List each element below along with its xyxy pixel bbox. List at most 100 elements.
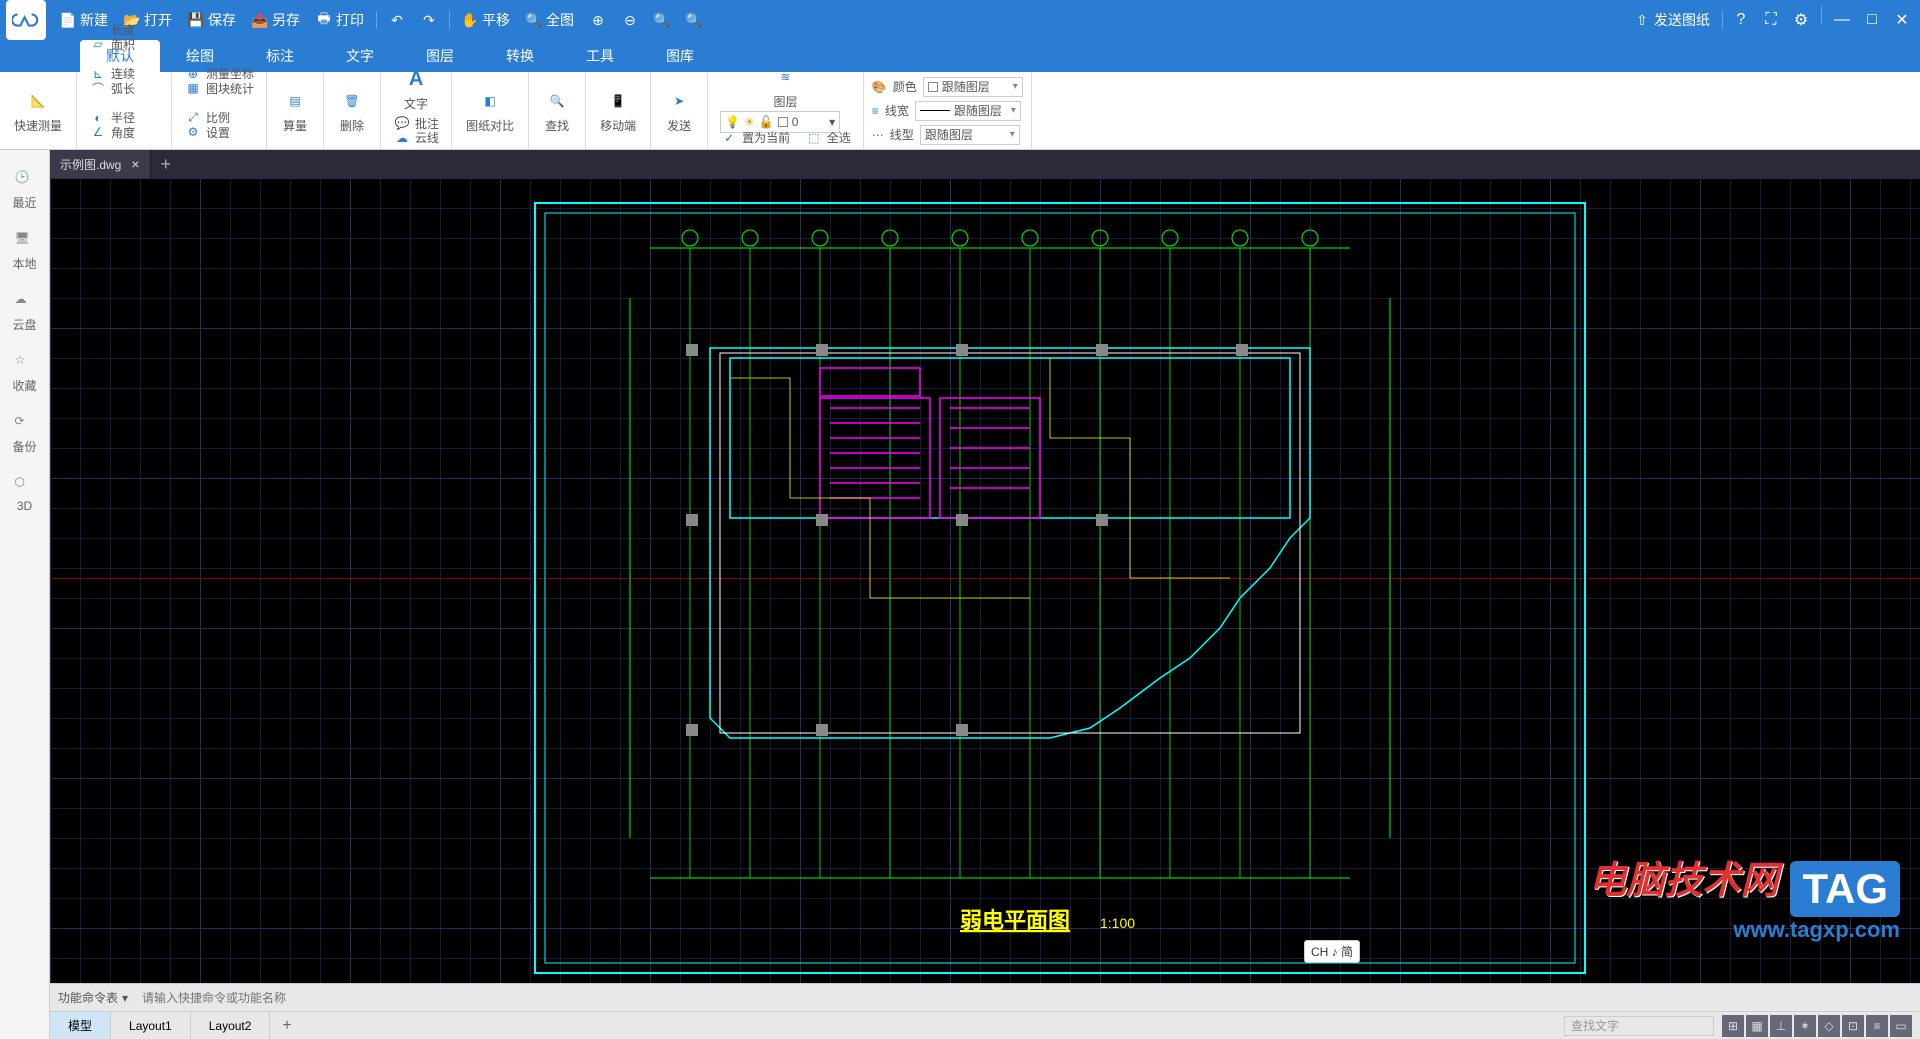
delete-button[interactable]: 🗑删除 [332,76,372,145]
left-sidebar: 🕒最近 🖥本地 ☁云盘 ☆收藏 ⟳备份 ⬡3D [0,150,50,1039]
cloud-icon: ☁ [393,129,411,147]
snap-toggle[interactable]: ⊞ [1722,1015,1744,1037]
polar-toggle[interactable]: ✶ [1794,1015,1816,1037]
compare-button[interactable]: ◧图纸对比 [460,76,520,145]
trash-icon: 🗑 [338,87,366,115]
pan-button[interactable]: ✋平移 [454,0,518,40]
layer-button[interactable]: ≋图层 [716,59,855,114]
tab-text[interactable]: 文字 [320,40,400,72]
lweight-select[interactable]: 跟随图层 [915,101,1021,121]
ribbon: 📐快速测量 ⟷长度 ▱面积 ⊾连续 ⌒弧长 ◐半径 ∠角度 ⇔水平测距 ⇕垂直测… [0,72,1920,150]
sidebar-cloud[interactable]: ☁云盘 [12,292,36,333]
settings-button[interactable]: ⚙ [1787,6,1815,34]
sidebar-3d[interactable]: ⬡3D [15,475,35,513]
layers-icon: ≋ [771,63,799,91]
blockstat-icon: ▦ [184,79,202,97]
angle-button[interactable]: ∠角度 [85,125,163,140]
close-tab-icon[interactable]: × [131,156,139,172]
send-button[interactable]: ➤发送 [659,76,699,145]
ltype-label: 线型 [890,126,914,143]
search-icon: 🔍 [543,87,571,115]
color-select[interactable]: 跟随图层 [923,77,1023,97]
quick-measure-button[interactable]: 📐快速测量 [8,76,68,145]
zoom-out-button[interactable]: ⊖ [614,0,646,40]
angle-icon: ∠ [89,123,107,141]
ltype-select[interactable]: 跟随图层 [920,125,1020,145]
osnap-toggle[interactable]: ◇ [1818,1015,1840,1037]
command-input[interactable] [136,984,636,1011]
tab-convert[interactable]: 转换 [480,40,560,72]
zoom-window-button[interactable]: 🔍 [646,0,678,40]
color-label: 颜色 [893,78,917,95]
tab-tools[interactable]: 工具 [560,40,640,72]
tab-library[interactable]: 图库 [640,40,720,72]
layer-select[interactable]: 💡☀🔓0▾ [716,114,855,130]
layout-model[interactable]: 模型 [50,1012,111,1039]
phone-icon: 📱 [604,87,632,115]
close-button[interactable]: ✕ [1888,6,1916,34]
current-icon: ✓ [720,129,738,147]
saveas-button[interactable]: 📤另存 [244,0,308,40]
blockstat-button[interactable]: ▦图块统计 [180,81,258,96]
print-button[interactable]: 🖶打印 [308,0,372,40]
cloud-button[interactable]: ☁云线 [389,131,443,146]
status-toggles: ⊞ ▦ ⊥ ✶ ◇ ⊡ ≡ ▭ [1722,1015,1912,1037]
clock-icon: 🕒 [14,170,34,190]
mobile-button[interactable]: 📱移动端 [594,76,642,145]
send-icon: ➤ [665,87,693,115]
document-tabs: 示例图.dwg× + [50,150,1920,178]
calc-button[interactable]: ▤算量 [275,76,315,145]
layout-1[interactable]: Layout1 [111,1012,191,1039]
text-button[interactable]: A文字 [389,61,443,116]
share-icon: ⇧ [1634,12,1650,28]
sidebar-backup[interactable]: ⟳备份 [12,414,36,455]
ortho-toggle[interactable]: ⊥ [1770,1015,1792,1037]
grid-toggle[interactable]: ▦ [1746,1015,1768,1037]
drawing-canvas[interactable]: 弱电平面图 1:100 CH ♪ 简 电脑技术网TAG www.tagxp.co… [50,178,1920,983]
selall-icon: ⬚ [805,129,823,147]
save-button[interactable]: 💾保存 [180,0,244,40]
sidebar-recent[interactable]: 🕒最近 [12,170,36,211]
area-icon: ▱ [89,35,107,53]
fullscreen-button[interactable]: ⛶ [1757,6,1785,34]
hand-icon: ✋ [462,12,478,28]
help-button[interactable]: ? [1727,6,1755,34]
redo-button[interactable]: ↷ [413,0,445,40]
zoom-extents-button[interactable]: 🔍 [678,0,710,40]
settings-button-ribbon[interactable]: ⚙设置 [180,125,258,140]
area-button[interactable]: ▱面积 [85,37,163,52]
layout-2[interactable]: Layout2 [191,1012,271,1039]
send-drawing-button[interactable]: ⇧发送图纸 [1626,0,1718,40]
maximize-button[interactable]: □ [1858,6,1886,34]
undo-button[interactable]: ↶ [381,0,413,40]
cmd-label[interactable]: 功能命令表▾ [50,989,136,1006]
add-layout-button[interactable]: + [270,1017,303,1035]
compare-icon: ◧ [476,87,504,115]
search-text-input[interactable]: 查找文字 [1564,1016,1714,1036]
doc-tab-active[interactable]: 示例图.dwg× [50,150,151,178]
find-button[interactable]: 🔍查找 [537,76,577,145]
lwt-toggle[interactable]: ≡ [1866,1015,1888,1037]
menu-tabs: 默认 绘图 标注 文字 图层 转换 工具 图库 [0,40,1920,72]
ime-indicator: CH ♪ 简 [1304,940,1360,963]
new-icon: 📄 [60,12,76,28]
zoom-button[interactable]: 🔍全图 [518,0,582,40]
sidebar-favorite[interactable]: ☆收藏 [12,353,36,394]
undo-icon: ↶ [389,12,405,28]
setcur-button[interactable]: ✓置为当前 ⬚全选 [716,130,855,146]
otrack-toggle[interactable]: ⊡ [1842,1015,1864,1037]
arc-button[interactable]: ⌒弧长 [85,81,163,96]
redo-icon: ↷ [421,12,437,28]
minimize-button[interactable]: — [1828,6,1856,34]
zoom-in-button[interactable]: ⊕ [582,0,614,40]
app-logo [6,0,46,40]
title-bar: 📄新建 📂打开 💾保存 📤另存 🖶打印 ↶ ↷ ✋平移 🔍全图 ⊕ ⊖ 🔍 🔍 … [0,0,1920,40]
cloud-icon: ☁ [14,292,34,312]
saveas-icon: 📤 [252,12,268,28]
add-tab-button[interactable]: + [151,154,182,175]
model-toggle[interactable]: ▭ [1890,1015,1912,1037]
layout-tabs: 模型 Layout1 Layout2 + 查找文字 ⊞ ▦ ⊥ ✶ ◇ ⊡ ≡ … [50,1011,1920,1039]
sidebar-local[interactable]: 🖥本地 [12,231,36,272]
cad-drawing: 弱电平面图 1:100 [530,198,1590,978]
monitor-icon: 🖥 [14,231,34,251]
